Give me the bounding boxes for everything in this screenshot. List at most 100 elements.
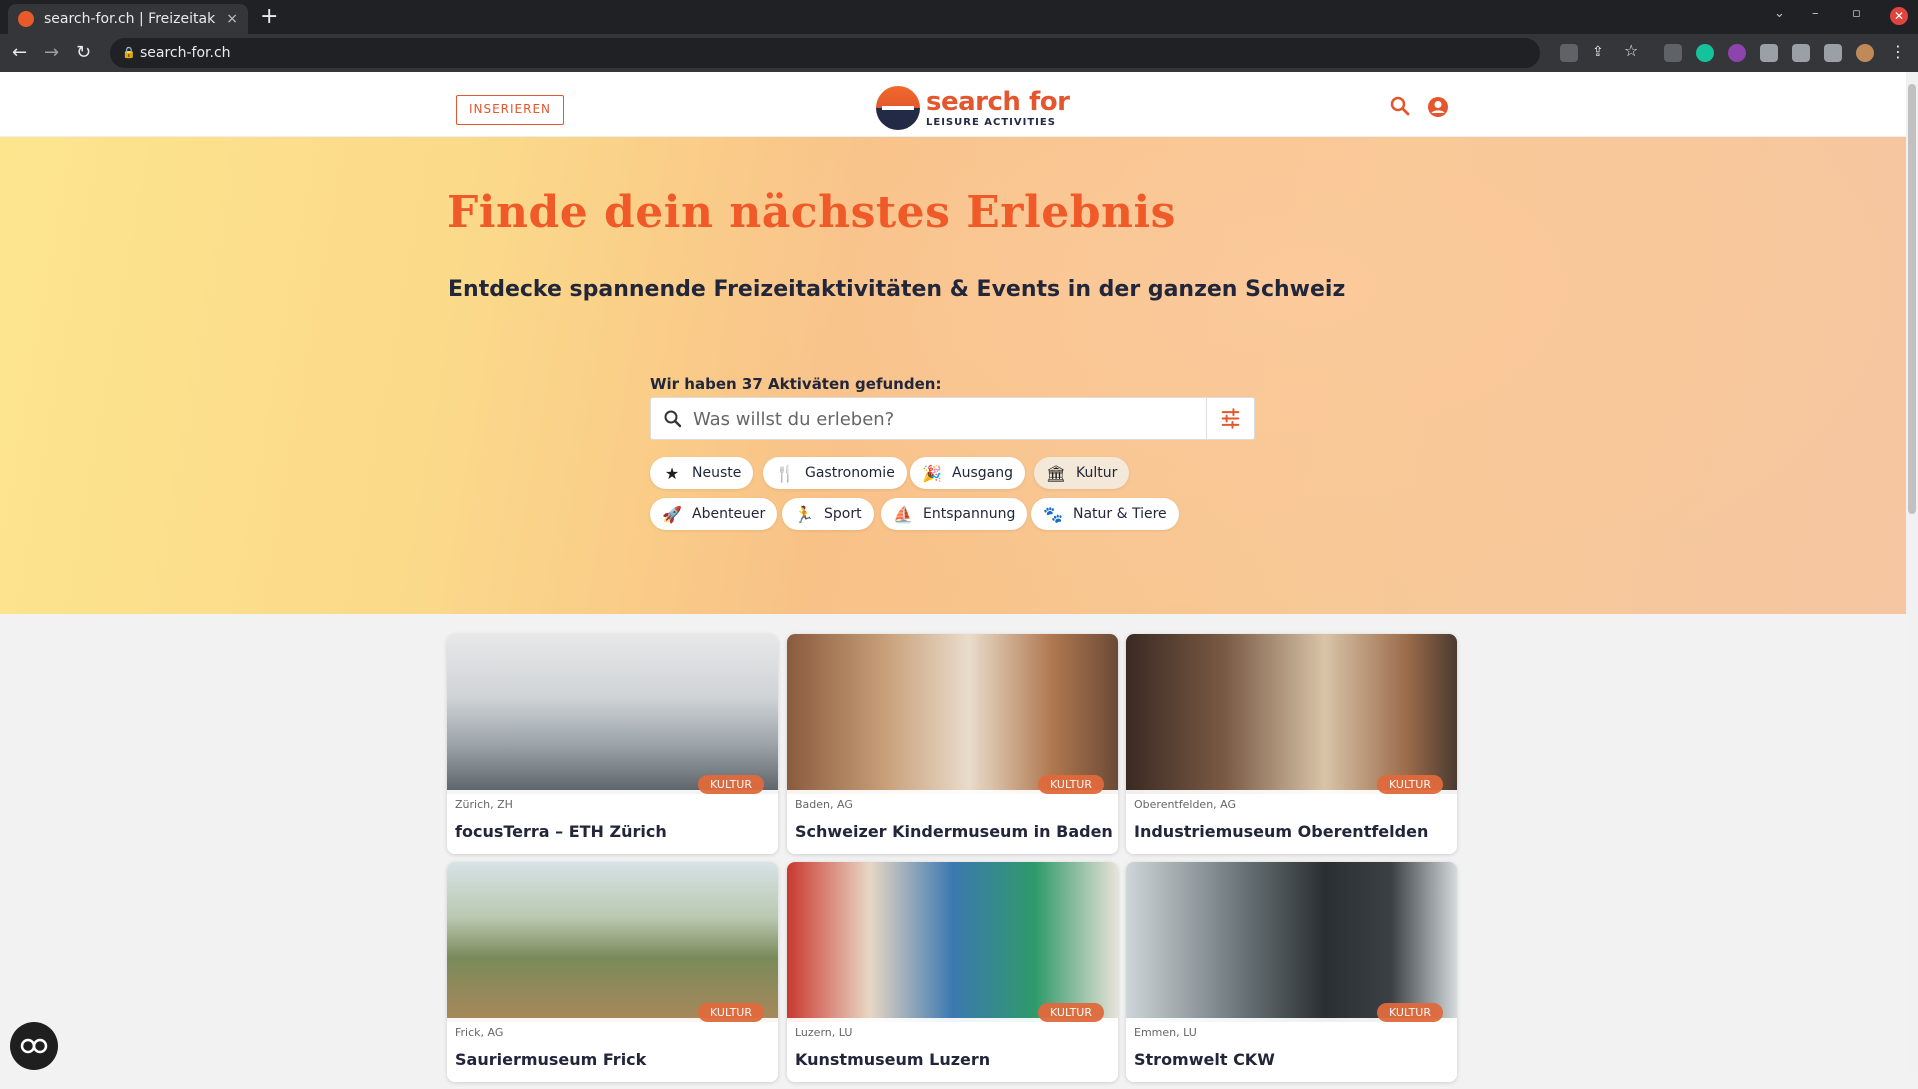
activity-card[interactable]: Frick, AG Sauriermuseum Frick KULTUR: [447, 862, 778, 1082]
chip-ausgang[interactable]: 🎉 Ausgang: [910, 457, 1025, 489]
chip-label: Gastronomie: [805, 465, 895, 481]
chip-label: Ausgang: [952, 465, 1013, 481]
chip-neuste[interactable]: ★ Neuste: [650, 457, 754, 489]
category-badge: KULTUR: [1377, 775, 1443, 794]
paw-icon: 🐾: [1043, 504, 1063, 524]
translate-icon[interactable]: [1560, 44, 1578, 62]
card-title: Schweizer Kindermuseum in Baden: [795, 822, 1113, 841]
chip-label: Sport: [824, 506, 862, 522]
card-location: Oberentfelden, AG: [1134, 798, 1237, 811]
party-icon: 🎉: [922, 463, 942, 483]
activity-card[interactable]: Baden, AG Schweizer Kindermuseum in Bade…: [787, 634, 1118, 854]
tab-close-icon[interactable]: ×: [226, 11, 238, 27]
category-badge: KULTUR: [1038, 1003, 1104, 1022]
search-field-icon: [664, 410, 682, 428]
activity-grid: Zürich, ZH focusTerra – ETH Zürich KULTU…: [0, 614, 1906, 1082]
share-icon[interactable]: ⇪: [1592, 44, 1610, 62]
search-box: [650, 397, 1255, 440]
maximize-button[interactable]: ▫: [1852, 6, 1861, 21]
card-image: [787, 634, 1118, 794]
relax-icon: ⛵: [893, 504, 913, 524]
site-favicon-icon: [18, 11, 34, 27]
forward-arrow-icon[interactable]: →: [44, 42, 59, 63]
runner-icon: 🏃: [794, 504, 814, 524]
hero-title: Finde dein nächstes Erlebnis: [447, 187, 1176, 238]
browser-tab[interactable]: search-for.ch | Freizeitak ×: [8, 4, 248, 34]
url-text: search-for.ch: [140, 45, 231, 61]
site-logo[interactable]: search for LEISURE ACTIVITIES: [876, 86, 1070, 130]
card-location: Emmen, LU: [1134, 1026, 1197, 1039]
chip-label: Natur & Tiere: [1073, 506, 1167, 522]
tab-title: search-for.ch | Freizeitak: [44, 11, 216, 27]
card-location: Baden, AG: [795, 798, 853, 811]
hero-subtitle: Entdecke spannende Freizeitaktivitäten &…: [448, 277, 1346, 302]
card-title: Sauriermuseum Frick: [455, 1050, 647, 1069]
category-badge: KULTUR: [698, 1003, 764, 1022]
back-arrow-icon[interactable]: ←: [12, 42, 27, 63]
chip-abenteuer[interactable]: 🚀 Abenteuer: [650, 498, 778, 530]
reading-list-icon[interactable]: [1792, 44, 1810, 62]
new-tab-button[interactable]: +: [260, 4, 278, 30]
activity-card[interactable]: Emmen, LU Stromwelt CKW KULTUR: [1126, 862, 1457, 1082]
logo-mark-icon: [876, 86, 920, 130]
results-count-text: Wir haben 37 Aktiväten gefunden:: [650, 375, 942, 393]
card-image: [1126, 862, 1457, 1022]
lock-icon: 🔒: [122, 46, 136, 59]
profile-avatar[interactable]: [1856, 44, 1874, 62]
grammarly-icon[interactable]: [1696, 44, 1714, 62]
card-location: Zürich, ZH: [455, 798, 513, 811]
filter-sliders-icon[interactable]: [1206, 398, 1254, 439]
bookmark-star-icon[interactable]: ☆: [1624, 41, 1642, 60]
chip-label: Kultur: [1076, 465, 1118, 481]
chip-sport[interactable]: 🏃 Sport: [782, 498, 874, 530]
search-icon[interactable]: [1390, 96, 1410, 116]
category-badge: KULTUR: [698, 775, 764, 794]
side-panel-icon[interactable]: [1824, 44, 1842, 62]
extensions-puzzle-icon[interactable]: [1760, 44, 1778, 62]
activity-card[interactable]: Zürich, ZH focusTerra – ETH Zürich KULTU…: [447, 634, 778, 854]
close-window-button[interactable]: ✕: [1890, 7, 1908, 25]
menu-kebab-icon[interactable]: ⋮: [1890, 42, 1906, 61]
star-icon: ★: [664, 463, 680, 483]
card-title: Industriemuseum Oberentfelden: [1134, 822, 1429, 841]
card-image: [787, 862, 1118, 1022]
museum-icon: 🏛: [1045, 463, 1067, 483]
browser-toolbar: ← → ↻ 🔒 search-for.ch ⇪ ☆ ⋮: [0, 34, 1918, 72]
chip-gastronomie[interactable]: 🍴 Gastronomie: [763, 457, 907, 489]
tab-search-icon[interactable]: ⌄: [1774, 6, 1785, 21]
address-bar[interactable]: 🔒 search-for.ch: [110, 38, 1540, 68]
glasses-icon: [20, 1038, 48, 1054]
reload-icon[interactable]: ↻: [76, 42, 91, 63]
insert-button[interactable]: INSERIEREN: [456, 95, 564, 125]
extension-ci-icon[interactable]: [1664, 44, 1682, 62]
category-badge: KULTUR: [1377, 1003, 1443, 1022]
user-account-icon[interactable]: [1427, 96, 1449, 118]
scrollbar-thumb[interactable]: [1908, 84, 1916, 514]
card-location: Frick, AG: [455, 1026, 504, 1039]
fork-knife-icon: 🍴: [775, 463, 795, 483]
card-title: Stromwelt CKW: [1134, 1050, 1275, 1069]
chip-entspannung[interactable]: ⛵ Entspannung: [881, 498, 1028, 530]
accessibility-widget-button[interactable]: [10, 1022, 58, 1070]
rocket-icon: 🚀: [662, 504, 682, 524]
page-scrollbar[interactable]: [1906, 72, 1918, 1073]
chip-natur-tiere[interactable]: 🐾 Natur & Tiere: [1031, 498, 1179, 530]
minimize-button[interactable]: –: [1812, 6, 1819, 21]
card-image: [1126, 634, 1457, 794]
card-image: [447, 634, 778, 794]
extension-purple-icon[interactable]: [1728, 44, 1746, 62]
card-location: Luzern, LU: [795, 1026, 853, 1039]
category-badge: KULTUR: [1038, 775, 1104, 794]
card-title: Kunstmuseum Luzern: [795, 1050, 991, 1069]
activity-card[interactable]: Luzern, LU Kunstmuseum Luzern KULTUR: [787, 862, 1118, 1082]
logo-title: search for: [926, 86, 1070, 117]
browser-tab-bar: search-for.ch | Freizeitak × + ⌄ – ▫ ✕: [0, 0, 1918, 34]
card-image: [447, 862, 778, 1022]
chip-label: Entspannung: [923, 506, 1016, 522]
logo-subtitle: LEISURE ACTIVITIES: [926, 116, 1056, 128]
activity-card[interactable]: Oberentfelden, AG Industriemuseum Oberen…: [1126, 634, 1457, 854]
chip-kultur[interactable]: 🏛 Kultur: [1034, 457, 1130, 489]
card-title: focusTerra – ETH Zürich: [455, 822, 667, 841]
hero-section: Finde dein nächstes Erlebnis Entdecke sp…: [0, 137, 1906, 614]
activity-search-input[interactable]: [691, 404, 1191, 434]
